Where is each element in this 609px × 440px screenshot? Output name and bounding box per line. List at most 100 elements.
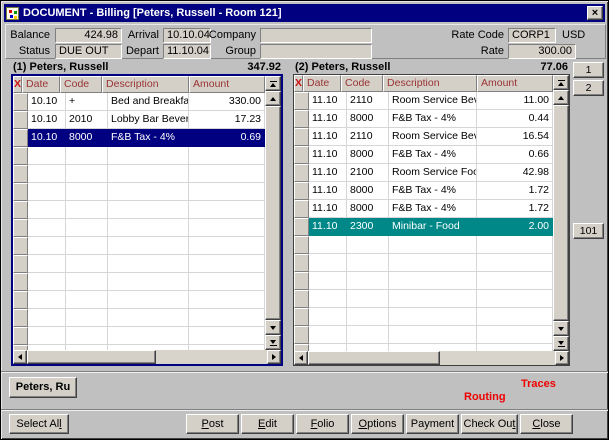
depart-field[interactable]: 11.10.04 — [163, 44, 211, 59]
row-selector-cell[interactable] — [13, 165, 28, 183]
rate-code-field[interactable]: CORP1 — [508, 28, 556, 43]
guest-tab[interactable]: Peters, Ru — [9, 377, 77, 398]
scrollbar-thumb[interactable] — [265, 106, 281, 320]
table-row[interactable]: 11.108000F&B Tax - 4%1.72 — [294, 182, 553, 200]
row-selector-cell[interactable] — [13, 183, 28, 201]
post-button[interactable]: Post — [186, 414, 239, 434]
table-row[interactable] — [294, 344, 553, 351]
row-selector-cell[interactable] — [13, 309, 28, 327]
table-row[interactable] — [13, 147, 265, 165]
status-field[interactable]: DUE OUT — [55, 44, 122, 59]
window-1-button[interactable]: 1 — [573, 62, 604, 78]
arrival-field[interactable]: 10.10.04 — [163, 28, 211, 43]
table-row[interactable] — [13, 291, 265, 309]
table-row[interactable] — [294, 236, 553, 254]
row-selector-cell[interactable] — [294, 344, 309, 351]
table-row[interactable]: 11.102100Room Service Food42.98 — [294, 164, 553, 182]
row-selector-cell[interactable] — [294, 218, 309, 236]
table-row[interactable] — [294, 290, 553, 308]
traces-indicator[interactable]: Traces — [521, 378, 556, 390]
row-selector-cell[interactable] — [13, 273, 28, 291]
row-selector-cell[interactable] — [294, 92, 309, 110]
row-selector-cell[interactable] — [294, 272, 309, 290]
window-101-button[interactable]: 101 — [573, 223, 604, 239]
table-row[interactable]: 10.10+Bed and Breakfast 5464330.00 — [13, 93, 265, 111]
titlebar[interactable]: DOCUMENT - Billing [Peters, Russell - Ro… — [4, 4, 605, 22]
table-row[interactable]: 10.102010Lobby Bar Beverage17.23 — [13, 111, 265, 129]
table-row[interactable]: 11.108000F&B Tax - 4%0.44 — [294, 110, 553, 128]
row-selector-cell[interactable] — [13, 111, 28, 129]
table-row[interactable] — [294, 254, 553, 272]
horizontal-scrollbar[interactable] — [13, 350, 281, 364]
close-button[interactable]: Close — [520, 414, 573, 434]
scrollbar-thumb[interactable] — [27, 350, 156, 364]
table-row[interactable] — [13, 237, 265, 255]
row-selector-cell[interactable] — [13, 93, 28, 111]
row-selector-cell[interactable] — [294, 236, 309, 254]
table-row[interactable]: 11.102300Minibar - Food2.00 — [294, 218, 553, 236]
row-selector-cell[interactable] — [13, 219, 28, 237]
row-selector-cell[interactable] — [13, 327, 28, 345]
table-row[interactable]: 11.102110Room Service Beverage16.54 — [294, 128, 553, 146]
vertical-scrollbar[interactable] — [265, 76, 281, 350]
row-selector-cell[interactable] — [294, 164, 309, 182]
rate-field[interactable]: 300.00 — [508, 44, 576, 59]
table-row[interactable]: 10.108000F&B Tax - 4%0.69 — [13, 129, 265, 147]
scroll-left-icon[interactable] — [294, 351, 308, 365]
folio-button[interactable]: Folio — [296, 414, 349, 434]
table-row[interactable]: 11.108000F&B Tax - 4%0.66 — [294, 146, 553, 164]
vertical-scrollbar[interactable] — [553, 75, 569, 351]
row-selector-cell[interactable] — [13, 237, 28, 255]
row-selector-cell[interactable] — [13, 255, 28, 273]
select-all-button[interactable]: Select All — [9, 414, 69, 434]
close-button[interactable]: × — [587, 6, 603, 20]
table-row[interactable] — [13, 201, 265, 219]
scrollbar-track[interactable] — [156, 350, 267, 364]
group-field[interactable] — [260, 44, 372, 59]
scrollbar-thumb[interactable] — [553, 105, 569, 321]
scroll-down-icon[interactable] — [265, 320, 281, 335]
table-row[interactable] — [13, 165, 265, 183]
options-button[interactable]: Options — [351, 414, 404, 434]
scroll-right-icon[interactable] — [267, 350, 281, 364]
scroll-right-icon[interactable] — [555, 351, 569, 365]
window-2-button[interactable]: 2 — [573, 80, 604, 96]
scroll-down-icon[interactable] — [553, 321, 569, 336]
scroll-to-bottom-icon[interactable] — [265, 335, 281, 350]
table-row[interactable] — [13, 273, 265, 291]
scroll-to-top-icon[interactable] — [265, 76, 281, 91]
row-selector-cell[interactable] — [294, 326, 309, 344]
row-selector-cell[interactable] — [294, 308, 309, 326]
row-selector-cell[interactable] — [13, 201, 28, 219]
row-selector-cell[interactable] — [294, 254, 309, 272]
table-row[interactable] — [13, 309, 265, 327]
row-selector-cell[interactable] — [13, 129, 28, 147]
scroll-to-top-icon[interactable] — [553, 75, 569, 90]
company-field[interactable] — [260, 28, 372, 43]
horizontal-scrollbar[interactable] — [294, 351, 569, 365]
row-selector-cell[interactable] — [13, 291, 28, 309]
scroll-up-icon[interactable] — [553, 90, 569, 105]
edit-button[interactable]: Edit — [241, 414, 294, 434]
payment-button[interactable]: Payment — [406, 414, 459, 434]
check-out-button[interactable]: Check Out — [461, 414, 518, 434]
table-row[interactable] — [294, 308, 553, 326]
scroll-to-bottom-icon[interactable] — [553, 336, 569, 351]
table-row[interactable] — [294, 272, 553, 290]
scrollbar-thumb[interactable] — [308, 351, 440, 365]
row-selector-cell[interactable] — [294, 182, 309, 200]
table-row[interactable] — [13, 219, 265, 237]
row-selector-cell[interactable] — [13, 147, 28, 165]
row-selector-cell[interactable] — [294, 110, 309, 128]
row-selector-cell[interactable] — [294, 146, 309, 164]
table-row[interactable] — [13, 327, 265, 345]
scrollbar-track[interactable] — [440, 351, 555, 365]
scroll-up-icon[interactable] — [265, 91, 281, 106]
row-selector-cell[interactable] — [294, 200, 309, 218]
table-row[interactable] — [294, 326, 553, 344]
routing-indicator[interactable]: Routing — [464, 391, 506, 403]
table-row[interactable] — [13, 183, 265, 201]
table-row[interactable]: 11.102110Room Service Beverage11.00 — [294, 92, 553, 110]
table-row[interactable] — [13, 255, 265, 273]
table-row[interactable]: 11.108000F&B Tax - 4%1.72 — [294, 200, 553, 218]
